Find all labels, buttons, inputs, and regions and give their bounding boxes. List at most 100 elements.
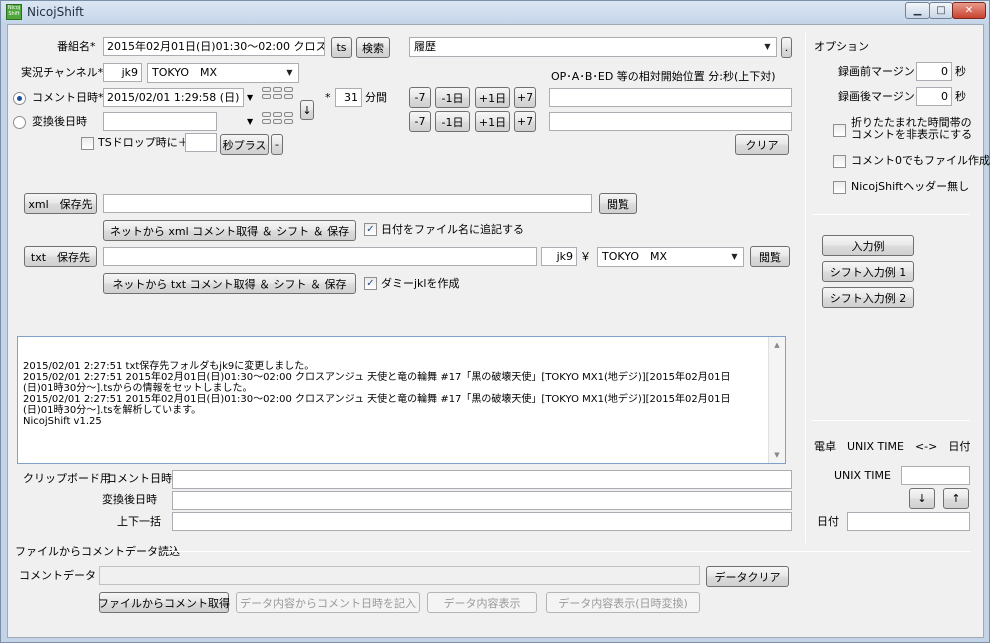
calc-divider — [812, 420, 970, 421]
pre-margin-label: 録画前マージン — [838, 65, 915, 78]
xml-fetch-button[interactable]: ネットから xml コメント取得 ＆ シフト ＆ 保存 — [103, 220, 356, 241]
unix-time-input[interactable] — [901, 466, 970, 485]
app-icon: Nicoj Shift — [6, 4, 22, 20]
comment-time-input[interactable]: 2015/02/01 1:29:58 (日) — [103, 88, 244, 107]
program-label: 番組名* — [57, 40, 96, 53]
file-section-divider — [163, 551, 971, 552]
shift-plus7-button-2[interactable]: +7 — [514, 111, 536, 132]
shift-minus7-button-2[interactable]: -7 — [409, 111, 431, 132]
date-to-unix-button[interactable]: ↑ — [943, 488, 969, 509]
date-label: 日付 — [817, 515, 839, 528]
shift-example-1-button[interactable]: シフト入力例 1 — [822, 261, 914, 282]
write-time-from-data-button[interactable]: データ内容からコメント日時を記入 — [236, 592, 420, 613]
relative-input-1[interactable] — [549, 88, 792, 107]
txt-dest-button[interactable]: txt 保存先 — [24, 246, 97, 267]
channel-label: 実況チャンネル* — [21, 66, 104, 79]
txt-browse-button[interactable]: 閲覧 — [750, 246, 790, 267]
channel-code-input[interactable]: jk9 — [103, 63, 142, 82]
pre-margin-input[interactable]: 0 — [916, 62, 952, 81]
input-example-button[interactable]: 入力例 — [822, 235, 914, 256]
ts-drop-label: TSドロップ時に＋ — [98, 136, 189, 149]
clipboard-all-input[interactable] — [172, 512, 792, 531]
clipboard-comment-time-label: コメント日時 — [106, 472, 172, 485]
minimize-button[interactable]: ▁ — [905, 2, 930, 19]
comment-time-label: コメント日時* — [32, 91, 104, 104]
shift-example-2-button[interactable]: シフト入力例 2 — [822, 287, 914, 308]
xml-path-input[interactable] — [103, 194, 592, 213]
show-data-button[interactable]: データ内容表示 — [427, 592, 537, 613]
get-from-file-button[interactable]: ファイルからコメント取得 — [98, 592, 230, 613]
close-button[interactable]: ✕ — [952, 2, 986, 19]
options-title: オプション — [814, 40, 869, 53]
program-input[interactable]: 2015年02月01日(日)01:30～02:00 クロスア — [103, 37, 325, 56]
calendar-grid-icon[interactable] — [262, 112, 296, 132]
channel-value: TOKYO MX — [152, 66, 218, 79]
chevron-down-icon: ▼ — [764, 42, 771, 51]
txt-path-input[interactable] — [103, 247, 537, 266]
maximize-button[interactable]: □ — [929, 2, 953, 19]
arrow-down-button[interactable]: ↓ — [300, 100, 314, 120]
scroll-up-icon[interactable]: ▲ — [769, 337, 785, 353]
txt-channel-code-input[interactable]: jk9 — [541, 247, 577, 266]
dummy-jkl-checkbox[interactable]: ✓ — [364, 277, 377, 290]
txt-channel-value: TOKYO MX — [602, 250, 668, 263]
calc-title: 電卓 UNIX TIME <-> 日付 — [814, 440, 971, 453]
title-bar: Nicoj Shift NicojShift ▁ □ ✕ — [1, 1, 989, 23]
options-divider — [812, 214, 970, 215]
txt-fetch-button[interactable]: ネットから txt コメント取得 ＆ シフト ＆ 保存 — [103, 273, 356, 294]
channel-select[interactable]: TOKYO MX ▼ — [147, 63, 299, 83]
txt-channel-select[interactable]: TOKYO MX ▼ — [597, 247, 744, 267]
shift-plus7-button-1[interactable]: +7 — [514, 87, 536, 108]
dummy-jkl-label: ダミーjklを作成 — [381, 277, 460, 290]
append-date-checkbox[interactable]: ✓ — [364, 223, 377, 236]
search-button[interactable]: 検索 — [356, 37, 390, 58]
log-scrollbar[interactable]: ▲ ▼ — [768, 337, 785, 463]
log-output[interactable]: 2015/02/01 2:27:51 txt保存先フォルダもjk9に変更しました… — [17, 336, 786, 464]
calendar-grid-icon[interactable] — [262, 87, 296, 107]
no-header-checkbox[interactable] — [833, 181, 846, 194]
relative-clear-button[interactable]: クリア — [735, 134, 789, 155]
minutes-unit-label: 分間 — [365, 91, 387, 104]
main-window: Nicoj Shift NicojShift ▁ □ ✕ 番組名* 2015年0… — [0, 0, 990, 643]
minus-button[interactable]: - — [271, 134, 283, 155]
scroll-down-icon[interactable]: ▼ — [769, 447, 785, 463]
chevron-down-icon: ▼ — [286, 68, 293, 77]
sec-plus-button[interactable]: 秒プラス — [220, 134, 269, 155]
chevron-down-icon[interactable]: ▼ — [247, 91, 253, 105]
comment-time-radio[interactable] — [13, 92, 26, 105]
no-header-label: NicojShiftヘッダー無し — [851, 180, 970, 193]
ts-drop-checkbox[interactable] — [81, 137, 94, 150]
convert-time-input[interactable] — [103, 112, 217, 131]
convert-time-radio[interactable] — [13, 116, 26, 129]
show-data-converted-button[interactable]: データ内容表示(日時変換) — [546, 592, 700, 613]
ts-button[interactable]: ts — [331, 37, 352, 58]
pre-margin-unit: 秒 — [955, 65, 966, 78]
unix-to-date-button[interactable]: ↓ — [909, 488, 935, 509]
shift-minus7-button-1[interactable]: -7 — [409, 87, 431, 108]
data-clear-button[interactable]: データクリア — [706, 566, 789, 587]
hide-collapsed-checkbox[interactable] — [833, 124, 846, 137]
chevron-down-icon[interactable]: ▼ — [247, 115, 253, 129]
relative-input-2[interactable] — [549, 112, 792, 131]
clipboard-all-label: 上下一括 — [117, 515, 161, 528]
comment-data-label: コメントデータ — [19, 569, 96, 582]
ts-drop-input[interactable] — [185, 133, 217, 152]
unix-time-label: UNIX TIME — [834, 469, 891, 482]
history-dot-button[interactable]: . — [781, 37, 792, 58]
post-margin-input[interactable]: 0 — [916, 87, 952, 106]
shift-plus1day-button-2[interactable]: +1日 — [475, 111, 510, 132]
relative-label: OP･A･B･ED 等の相対開始位置 分:秒(上下対) — [551, 70, 776, 83]
shift-minus1day-button-2[interactable]: -1日 — [435, 111, 470, 132]
history-select[interactable]: 履歴 ▼ — [409, 37, 777, 57]
post-margin-label: 録画後マージン — [838, 90, 915, 103]
shift-plus1day-button-1[interactable]: +1日 — [475, 87, 510, 108]
shift-minus1day-button-1[interactable]: -1日 — [435, 87, 470, 108]
xml-dest-button[interactable]: xml 保存先 — [24, 193, 97, 214]
xml-browse-button[interactable]: 閲覧 — [599, 193, 637, 214]
clipboard-convert-time-input[interactable] — [172, 491, 792, 510]
date-input[interactable] — [847, 512, 970, 531]
clipboard-comment-time-input[interactable] — [172, 470, 792, 489]
minutes-input[interactable]: 31 — [335, 88, 362, 107]
zero-comment-checkbox[interactable] — [833, 155, 846, 168]
client-area: 番組名* 2015年02月01日(日)01:30～02:00 クロスア ts 検… — [7, 24, 990, 638]
